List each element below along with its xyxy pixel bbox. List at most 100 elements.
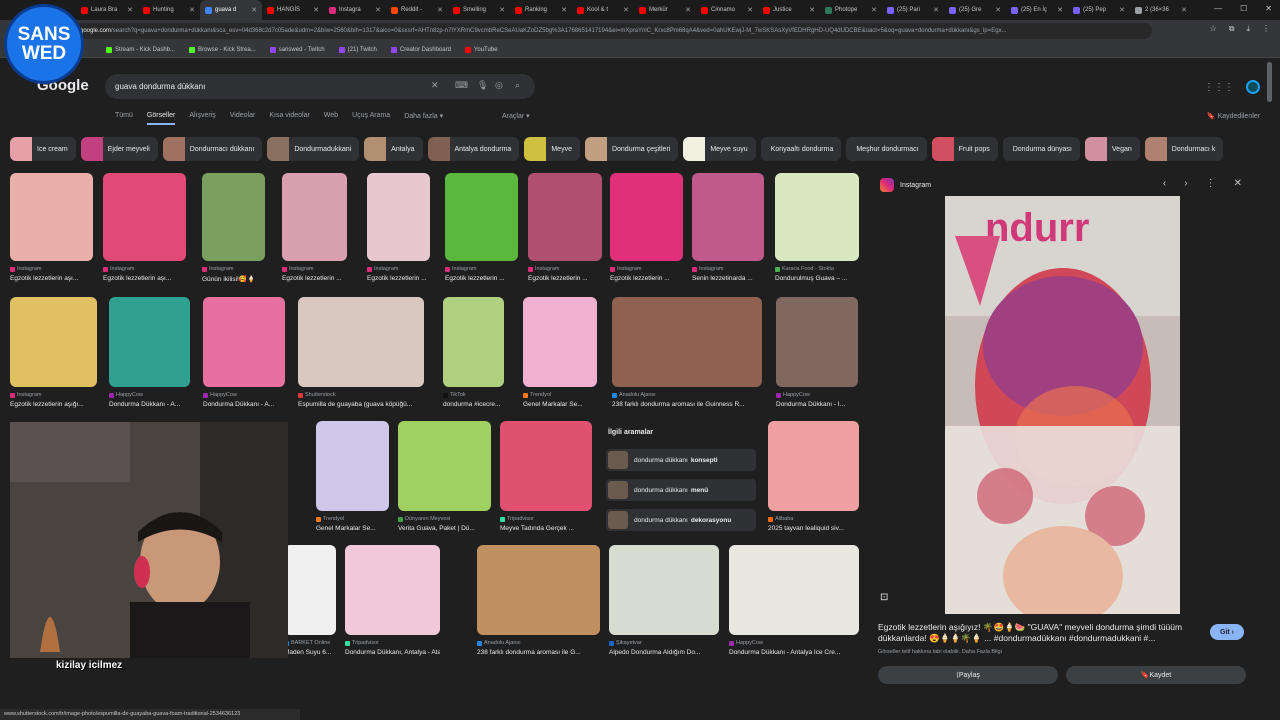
- tab-close-icon[interactable]: ✕: [1181, 6, 1187, 14]
- result-source[interactable]: Instagram: [692, 266, 764, 272]
- result-source[interactable]: Instagram: [103, 266, 186, 272]
- result-image[interactable]: [528, 173, 602, 261]
- result-image[interactable]: [203, 297, 285, 387]
- browser-tab[interactable]: Laura Bra ✕: [76, 0, 138, 20]
- filter-chip[interactable]: Dondurma dünyası: [1002, 137, 1080, 161]
- nav-tab[interactable]: Kısa videolar: [269, 112, 309, 125]
- result-image[interactable]: [477, 545, 600, 635]
- keyboard-icon[interactable]: ⌨: [455, 80, 468, 91]
- result-source[interactable]: HappyCow: [203, 392, 285, 398]
- result-image[interactable]: [103, 173, 186, 261]
- tab-close-icon[interactable]: ✕: [1119, 6, 1125, 14]
- filter-chip[interactable]: Fruit pops: [931, 137, 998, 161]
- preview-source[interactable]: Instagram: [880, 178, 931, 192]
- result-image[interactable]: [202, 173, 265, 261]
- bookmark-item[interactable]: Stream - Kick Dashb...: [106, 46, 175, 53]
- avatar[interactable]: [1246, 80, 1260, 94]
- result-source[interactable]: TikTok: [443, 392, 504, 398]
- result-caption[interactable]: Dondurma Dükkanı - I...: [776, 401, 858, 408]
- filter-chip[interactable]: Meyve: [524, 137, 580, 161]
- result-source[interactable]: Anadolu Ajansı: [477, 640, 600, 646]
- browser-tab[interactable]: Justice ✕: [758, 0, 820, 20]
- result-image[interactable]: [612, 297, 762, 387]
- result-source[interactable]: BARKET Online: [284, 640, 336, 646]
- mic-icon[interactable]: 🎙: [477, 80, 488, 91]
- visit-button[interactable]: Git ›: [1210, 624, 1244, 640]
- next-icon[interactable]: ›: [1184, 178, 1187, 189]
- related-search-item[interactable]: dondurma dükkanı konsepti: [606, 449, 756, 471]
- result-source[interactable]: Instagram: [610, 266, 683, 272]
- saved-button[interactable]: 🔖 Kaydedilenler: [1207, 112, 1260, 120]
- browser-tab[interactable]: HANGİS ✕: [262, 0, 324, 20]
- result-image[interactable]: [282, 173, 347, 261]
- result-image[interactable]: [367, 173, 430, 261]
- result-source[interactable]: Instagram: [367, 266, 430, 272]
- star-icon[interactable]: ☆: [1210, 24, 1217, 34]
- search-box[interactable]: guava dondurma dükkanı ✕ ⌨ 🎙 ◎ ⌕: [105, 74, 535, 99]
- result-source[interactable]: Instagram: [528, 266, 602, 272]
- tab-close-icon[interactable]: ✕: [933, 6, 939, 14]
- result-caption[interactable]: Espumilla de guayaba (guava köpüğü...: [298, 401, 424, 408]
- nav-tab[interactable]: Uçuş Arama: [352, 112, 390, 125]
- tab-close-icon[interactable]: ✕: [809, 6, 815, 14]
- tab-close-icon[interactable]: ✕: [499, 6, 505, 14]
- result-source[interactable]: Instagram: [282, 266, 347, 272]
- more-icon[interactable]: ⋮: [1206, 178, 1216, 189]
- result-image[interactable]: [284, 545, 336, 635]
- result-image[interactable]: [776, 297, 858, 387]
- result-caption[interactable]: Dondurma Dükkanı - A...: [109, 401, 190, 408]
- result-source[interactable]: Instagram: [10, 266, 93, 272]
- browser-tab[interactable]: Cinnamo ✕: [696, 0, 758, 20]
- result-caption[interactable]: Verita Guava, Paket | Dü...: [398, 525, 491, 532]
- result-source[interactable]: HappyCow: [729, 640, 859, 646]
- filter-chip[interactable]: Dondurmacı dükkanı: [162, 137, 263, 161]
- apps-grid-icon[interactable]: ⋮⋮⋮: [1204, 82, 1234, 93]
- preview-image[interactable]: ndurr: [945, 196, 1180, 614]
- filter-chip[interactable]: Dondurma çeşitleri: [584, 137, 679, 161]
- tab-close-icon[interactable]: ✕: [375, 6, 381, 14]
- bookmark-item[interactable]: YouTube: [464, 46, 497, 53]
- result-image[interactable]: [609, 545, 719, 635]
- result-caption[interactable]: 238 farklı dondurma aroması ile Guinness…: [612, 401, 762, 408]
- related-search-item[interactable]: dondurma dükkanı dekorasyonu: [606, 509, 756, 531]
- save-button[interactable]: 🔖 Kaydet: [1066, 666, 1246, 684]
- result-caption[interactable]: Egzotik lezzetlerin ...: [367, 275, 430, 282]
- tab-close-icon[interactable]: ✕: [1057, 6, 1063, 14]
- browser-tab[interactable]: (25) Pari ✕: [882, 0, 944, 20]
- result-source[interactable]: HappyCow: [776, 392, 858, 398]
- result-image[interactable]: [775, 173, 859, 261]
- result-source[interactable]: Trendyol: [523, 392, 597, 398]
- result-caption[interactable]: dondurma #icecre...: [443, 401, 504, 408]
- result-source[interactable]: Shutterstock: [298, 392, 424, 398]
- browser-tab[interactable]: Instagra ✕: [324, 0, 386, 20]
- clear-icon[interactable]: ✕: [431, 80, 439, 91]
- page-scrollbar[interactable]: [1267, 62, 1272, 102]
- nav-tab[interactable]: Web: [324, 112, 338, 125]
- result-image[interactable]: [316, 421, 389, 511]
- nav-tab[interactable]: Tümü: [115, 112, 133, 125]
- close-icon[interactable]: ✕: [1234, 178, 1242, 189]
- result-caption[interactable]: Egzotik lezzetlerin ...: [528, 275, 602, 282]
- result-caption[interactable]: Dondurma Dükkanı - A...: [203, 401, 285, 408]
- result-image[interactable]: [10, 173, 93, 261]
- result-caption[interactable]: Dondurma Dükkanı - Antalya Ice Cre...: [729, 649, 859, 656]
- filter-chip[interactable]: Meyve suyu: [683, 137, 756, 161]
- extension-icon[interactable]: ⧉: [1229, 24, 1235, 34]
- result-caption[interactable]: Egzotik lezzetlerin aşı...: [103, 275, 186, 282]
- bookmark-item[interactable]: (21) Twitch: [338, 46, 377, 53]
- result-source[interactable]: Karaca Food · Stokta: [775, 266, 859, 272]
- preview-title[interactable]: Egzotik lezzetlerin aşığıyız! 🌴🤩🍦🍉 "GUAV…: [878, 622, 1208, 644]
- result-caption[interactable]: 238 farklı dondurma aroması ile G...: [477, 649, 600, 656]
- filter-chip[interactable]: Ejder meyveli: [80, 137, 158, 161]
- result-image[interactable]: [500, 421, 592, 511]
- result-caption[interactable]: Egzotik lezzetlerin aşığı...: [10, 401, 97, 408]
- result-caption[interactable]: Egzotik lezzetlerin ...: [445, 275, 518, 282]
- search-input[interactable]: guava dondurma dükkanı: [115, 82, 205, 91]
- result-image[interactable]: [345, 545, 440, 635]
- result-caption[interactable]: Dondurma Dükkanı, Antalya - Atat...: [345, 649, 440, 656]
- result-image[interactable]: [768, 421, 859, 511]
- browser-tab[interactable]: Reddit - ✕: [386, 0, 448, 20]
- filter-chip[interactable]: Dondurmacı k: [1144, 137, 1224, 161]
- nav-tab[interactable]: Videolar: [230, 112, 256, 125]
- result-caption[interactable]: Maden Suyu 6...: [284, 649, 336, 656]
